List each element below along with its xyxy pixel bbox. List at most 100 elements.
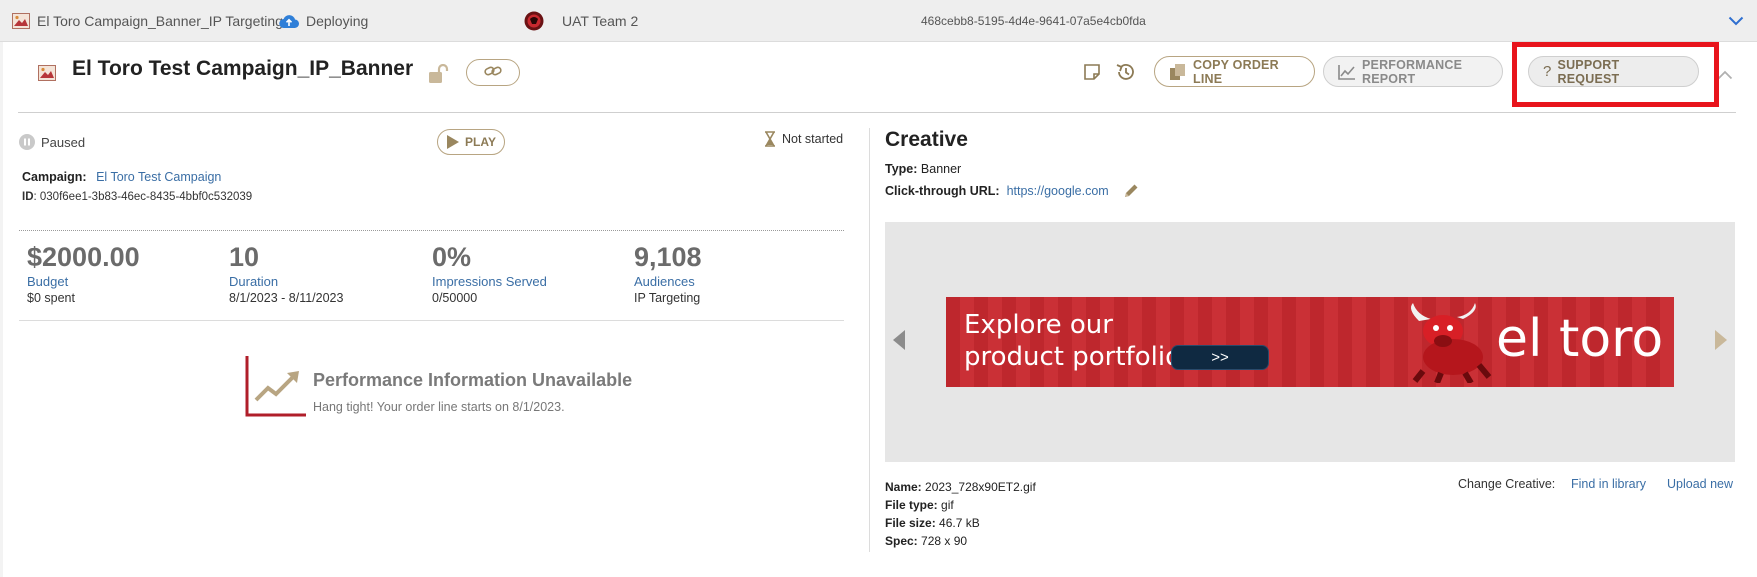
id-value: : 030f6ee1-3b83-46ec-8435-4bbf0c532039	[33, 191, 253, 203]
copy-link-button[interactable]	[466, 59, 520, 86]
metric-label: Duration	[229, 274, 279, 289]
metrics-divider	[19, 320, 844, 321]
file-name: Name: 2023_728x90ET2.gif	[885, 480, 1036, 494]
url-label: Click-through URL:	[885, 184, 1000, 198]
image-icon	[38, 65, 56, 86]
type-value: Banner	[920, 162, 962, 176]
topbar-team[interactable]: UAT Team 2	[524, 0, 638, 42]
metric-label: Audiences	[634, 274, 695, 289]
timing-status: Not started	[764, 131, 843, 147]
left-edge-line	[0, 42, 3, 577]
status-label: Paused	[41, 134, 86, 150]
metric-sub: $0 spent	[27, 291, 75, 305]
bull-logo-icon	[1401, 301, 1493, 387]
highlight-box	[1512, 42, 1719, 107]
type-label: Type:	[885, 162, 918, 176]
metric-impressions: 0% Impressions Served 0/50000	[432, 241, 547, 305]
metric-budget: $2000.00 Budget $0 spent	[27, 241, 140, 305]
file-size: File size: 46.7 kB	[885, 516, 980, 530]
dotted-divider	[19, 230, 844, 231]
metric-value: 0%	[432, 242, 472, 272]
cloud-upload-icon	[279, 14, 299, 29]
trend-chart-icon	[244, 354, 308, 423]
filetype-value: gif	[941, 498, 954, 512]
order-line-header: El Toro Test Campaign_IP_Banner COPY ORD…	[0, 43, 1757, 113]
spec-value: 728 x 90	[921, 534, 968, 548]
filetype-label: File type:	[885, 498, 938, 512]
metric-sub: 8/1/2023 - 8/11/2023	[229, 291, 344, 305]
pencil-icon[interactable]	[1122, 182, 1140, 200]
banner-headline: Explore our product portfolio	[964, 309, 1181, 373]
name-value: 2023_728x90ET2.gif	[925, 480, 1036, 494]
copy-icon	[1169, 63, 1187, 81]
banner-brand-text: el toro	[1496, 309, 1664, 369]
name-label: Name:	[885, 480, 922, 494]
filesize-value: 46.7 kB	[939, 516, 980, 530]
campaign-line: Campaign: El Toro Test Campaign	[22, 170, 221, 184]
id-line: ID: 030f6ee1-3b83-46ec-8435-4bbf0c532039	[22, 191, 252, 203]
metric-audiences: 9,108 Audiences IP Targeting	[634, 241, 702, 305]
link-icon	[484, 64, 502, 82]
line-chart-icon	[1338, 64, 1356, 80]
banner-line-1: Explore our	[964, 310, 1113, 340]
team-avatar-icon	[524, 11, 544, 31]
chevron-up-icon[interactable]	[1717, 67, 1733, 85]
creative-title: Creative	[885, 128, 968, 151]
metric-sub: IP Targeting	[634, 291, 701, 305]
campaign-label: Campaign:	[22, 170, 87, 184]
next-arrow-icon[interactable]	[1715, 330, 1727, 355]
upload-new-link[interactable]: Upload new	[1667, 477, 1733, 491]
hourglass-icon	[764, 131, 776, 147]
metric-value: 10	[229, 242, 260, 272]
file-spec: Spec: 728 x 90	[885, 534, 967, 548]
banner-creative: Explore our product portfolio >> el toro	[946, 297, 1674, 387]
topbar-campaign-name: El Toro Campaign_Banner_IP Targeting	[37, 13, 283, 29]
banner-line-2: product portfolio	[964, 342, 1181, 372]
image-icon	[12, 13, 30, 29]
play-button[interactable]: PLAY	[437, 129, 505, 155]
order-uuid: 468cebb8-5195-4d4e-9641-07a5e4cb0fda	[921, 14, 1146, 28]
metric-duration: 10 Duration 8/1/2023 - 8/11/2023	[229, 241, 343, 305]
performance-report-button[interactable]: PERFORMANCE REPORT	[1323, 56, 1503, 87]
id-label: ID	[22, 191, 34, 203]
play-icon	[446, 135, 460, 149]
performance-report-label: PERFORMANCE REPORT	[1362, 57, 1463, 86]
header-divider	[18, 112, 1736, 113]
panel-divider	[869, 128, 870, 552]
perf-unavailable-subtitle: Hang tight! Your order line starts on 8/…	[313, 400, 565, 414]
metric-value: 9,108	[634, 242, 702, 272]
play-label: PLAY	[465, 135, 496, 149]
timing-status-label: Not started	[782, 132, 844, 146]
url-link[interactable]: https://google.com	[1007, 184, 1109, 198]
unlock-icon[interactable]	[428, 63, 450, 89]
status-indicator: Paused	[19, 134, 85, 150]
pause-icon	[19, 134, 35, 150]
team-name: UAT Team 2	[562, 13, 639, 29]
change-creative-label: Change Creative:	[1458, 477, 1556, 491]
metric-sub: 0/50000	[432, 291, 478, 305]
deploy-status-label: Deploying	[306, 13, 369, 29]
file-type: File type: gif	[885, 498, 954, 512]
copy-order-line-button[interactable]: COPY ORDER LINE	[1154, 56, 1315, 87]
history-icon[interactable]	[1115, 61, 1137, 88]
spec-label: Spec:	[885, 534, 918, 548]
metric-label: Impressions Served	[432, 274, 547, 289]
creative-preview: Explore our product portfolio >> el toro	[885, 222, 1735, 462]
banner-cta-button: >>	[1171, 345, 1269, 370]
filesize-label: File size:	[885, 516, 936, 530]
click-through-url: Click-through URL: https://google.com	[885, 182, 1140, 200]
page-title: El Toro Test Campaign_IP_Banner	[72, 57, 414, 80]
metric-value: $2000.00	[27, 242, 140, 272]
topbar-deploy-status: Deploying	[279, 0, 368, 42]
metric-label: Budget	[27, 274, 69, 289]
campaign-link[interactable]: El Toro Test Campaign	[96, 170, 221, 184]
previous-arrow-icon[interactable]	[893, 330, 905, 355]
note-icon[interactable]	[1083, 63, 1101, 86]
topbar-campaign[interactable]: El Toro Campaign_Banner_IP Targeting	[12, 0, 283, 42]
top-bar: El Toro Campaign_Banner_IP Targeting Dep…	[0, 0, 1757, 42]
find-in-library-link[interactable]: Find in library	[1571, 477, 1646, 491]
creative-type: Type: Banner	[885, 162, 961, 176]
chevron-down-icon[interactable]	[1727, 12, 1745, 30]
copy-order-line-label: COPY ORDER LINE	[1193, 57, 1279, 86]
perf-unavailable-title: Performance Information Unavailable	[313, 370, 633, 390]
